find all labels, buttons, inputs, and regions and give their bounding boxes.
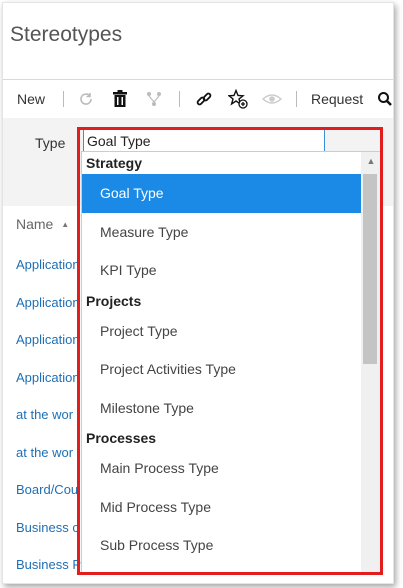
- dropdown-scrollbar[interactable]: ▲: [361, 152, 381, 572]
- star-add-icon[interactable]: [228, 89, 248, 109]
- type-label: Type: [35, 135, 66, 151]
- trash-icon[interactable]: [110, 89, 130, 109]
- dropdown-options: Strategy Goal Type Measure Type KPI Type…: [82, 152, 361, 565]
- option-milestone-type[interactable]: Milestone Type: [82, 389, 361, 428]
- list-item[interactable]: Business c: [16, 520, 79, 535]
- new-button[interactable]: New: [17, 80, 45, 118]
- scroll-up-arrow-icon[interactable]: ▲: [361, 152, 381, 170]
- list-item[interactable]: at the wor: [16, 407, 73, 422]
- option-project-activities-type[interactable]: Project Activities Type: [82, 350, 361, 389]
- request-button[interactable]: Request: [311, 80, 363, 118]
- toolbar-separator: [63, 91, 64, 107]
- list-item[interactable]: at the wor: [16, 445, 73, 460]
- option-main-process-type[interactable]: Main Process Type: [82, 449, 361, 488]
- sort-ascending-icon: ▲: [61, 220, 70, 229]
- scrollbar-thumb[interactable]: [363, 174, 377, 364]
- option-mid-process-type[interactable]: Mid Process Type: [82, 488, 361, 527]
- hierarchy-icon[interactable]: [144, 89, 164, 109]
- type-dropdown-list[interactable]: Strategy Goal Type Measure Type KPI Type…: [81, 151, 383, 573]
- option-measure-type[interactable]: Measure Type: [82, 213, 361, 252]
- list-item[interactable]: Application: [16, 370, 80, 385]
- option-kpi-type[interactable]: KPI Type: [82, 251, 361, 290]
- page-title: Stereotypes: [10, 23, 123, 46]
- option-sub-process-type[interactable]: Sub Process Type: [82, 526, 361, 565]
- type-combobox-input[interactable]: Goal Type: [83, 129, 325, 153]
- refresh-icon[interactable]: [76, 89, 96, 109]
- toolbar-separator: [179, 91, 180, 107]
- group-header-projects: Projects: [86, 292, 142, 309]
- option-goal-type[interactable]: Goal Type: [82, 174, 361, 213]
- group-header-processes: Processes: [86, 430, 157, 446]
- option-project-type[interactable]: Project Type: [82, 312, 361, 351]
- link-icon[interactable]: [194, 89, 214, 109]
- toolbar: New Request: [3, 79, 393, 119]
- name-header-label: Name: [16, 216, 54, 232]
- list-item[interactable]: Application: [16, 332, 80, 347]
- toolbar-separator: [296, 91, 297, 107]
- list-item[interactable]: Board/Cou: [16, 482, 78, 497]
- name-column-header[interactable]: Name ▲: [16, 216, 69, 232]
- list-item[interactable]: Application: [16, 295, 80, 310]
- list-item[interactable]: Application: [16, 257, 80, 272]
- list-item[interactable]: Business P: [16, 557, 81, 572]
- search-icon[interactable]: [375, 89, 393, 109]
- group-header-strategy: Strategy: [86, 155, 143, 171]
- eye-icon[interactable]: [262, 89, 282, 109]
